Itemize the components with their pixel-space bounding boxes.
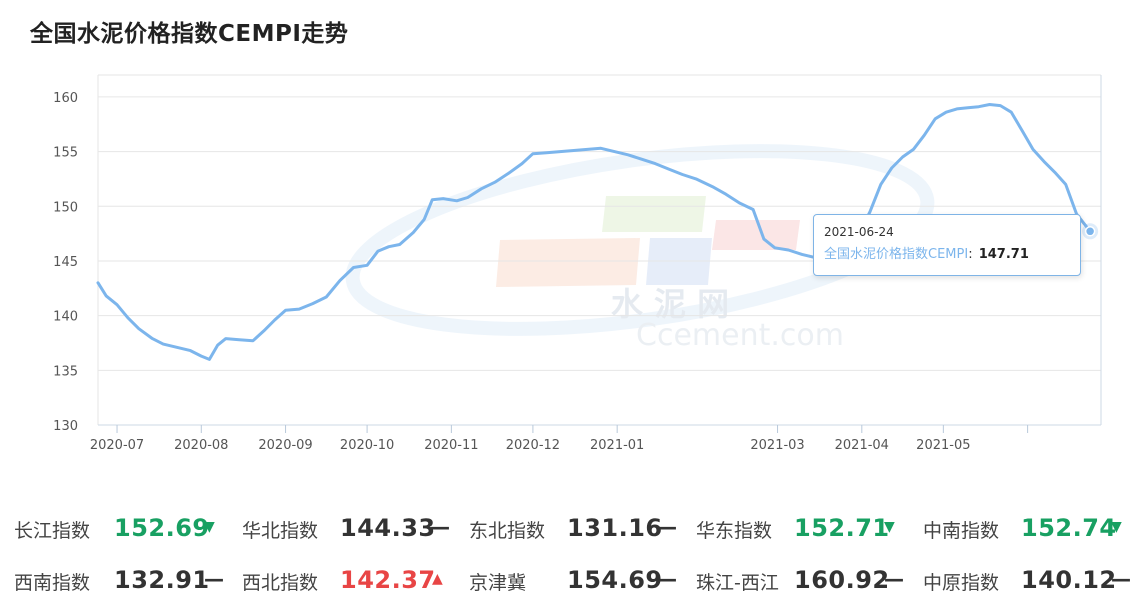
index-value: 152.71 — [794, 514, 890, 542]
y-tick-label: 160 — [53, 91, 78, 106]
trend-flat-icon: — — [204, 567, 224, 591]
indices-row-2: 西南指数 132.91 — 西北指数 142.37 ▲ 京津冀 154.69 —… — [0, 561, 1145, 601]
x-axis-ticks: 2020-07 2020-08 2020-09 2020-10 2020-11 2020-… — [90, 425, 1029, 453]
index-changjiang[interactable]: 长江指数 — [14, 509, 90, 549]
x-tick-label: 2021-04 — [835, 438, 889, 453]
index-name: 中南指数 — [923, 519, 1000, 542]
index-name: 西北指数 — [242, 571, 319, 594]
indices-row-1: 长江指数 152.69 ▼ 华北指数 144.33 — 东北指数 131.16 … — [0, 509, 1145, 549]
index-value: 144.33 — [340, 514, 436, 542]
trend-flat-icon: — — [657, 567, 677, 591]
index-huadong[interactable]: 华东指数 — [696, 509, 772, 549]
y-tick-label: 150 — [53, 200, 78, 215]
index-name: 华东指数 — [696, 519, 773, 542]
trend-down-icon: ▼ — [1111, 519, 1122, 535]
y-tick-label: 155 — [53, 146, 78, 161]
trend-flat-icon: — — [1111, 567, 1131, 591]
x-tick-label: 2020-09 — [258, 438, 312, 453]
x-tick-label: 2021-03 — [750, 438, 804, 453]
index-value: 152.69 — [114, 514, 210, 542]
index-name: 东北指数 — [469, 519, 546, 542]
tooltip-series-name: 全国水泥价格指数CEMPI — [824, 247, 969, 262]
x-tick-label: 2020-11 — [424, 438, 478, 453]
index-value: 152.74 — [1021, 514, 1117, 542]
index-value: 132.91 — [114, 566, 210, 594]
x-tick-label: 2021-01 — [590, 438, 644, 453]
y-tick-label: 145 — [53, 255, 78, 270]
tooltip-row: 全国水泥价格指数CEMPI: 147.71 — [824, 247, 1029, 262]
trend-flat-icon: — — [430, 515, 450, 539]
trend-down-icon: ▼ — [884, 519, 895, 535]
x-tick-label: 2020-08 — [174, 438, 228, 453]
index-zhongnan[interactable]: 中南指数 — [923, 509, 999, 549]
watermark-en-text: Ccement.com — [636, 318, 844, 353]
index-name: 华北指数 — [242, 519, 319, 542]
index-value: 160.92 — [794, 566, 890, 594]
trend-up-icon: ▲ — [432, 571, 443, 587]
index-value: 142.37 — [340, 566, 436, 594]
x-tick-label: 2020-12 — [506, 438, 560, 453]
tooltip-value: 147.71 — [978, 247, 1029, 262]
index-xibei[interactable]: 西北指数 — [242, 561, 318, 601]
index-name: 长江指数 — [14, 519, 91, 542]
y-tick-label: 135 — [53, 364, 78, 379]
data-point-marker — [1084, 226, 1096, 237]
index-dongbei[interactable]: 东北指数 — [469, 509, 545, 549]
trend-flat-icon: — — [884, 567, 904, 591]
x-tick-label: 2020-07 — [90, 438, 144, 453]
index-zhujiang-xijiang[interactable]: 珠江-西江 — [696, 561, 779, 601]
index-name: 西南指数 — [14, 571, 91, 594]
index-zhongyuan[interactable]: 中原指数 — [923, 561, 999, 601]
index-value: 154.69 — [567, 566, 663, 594]
index-name: 京津冀 — [469, 571, 527, 594]
y-tick-label: 130 — [53, 419, 78, 434]
index-value: 140.12 — [1021, 566, 1117, 594]
chart-tooltip: 2021-06-24 全国水泥价格指数CEMPI: 147.71 — [813, 214, 1081, 276]
index-name: 珠江-西江 — [696, 571, 779, 594]
index-huabei[interactable]: 华北指数 — [242, 509, 318, 549]
trend-down-icon: ▼ — [204, 519, 215, 535]
index-name: 中原指数 — [923, 571, 1000, 594]
index-value: 131.16 — [567, 514, 663, 542]
index-jingjinji[interactable]: 京津冀 — [469, 561, 526, 601]
x-tick-label: 2021-05 — [916, 438, 970, 453]
x-tick-label: 2020-10 — [340, 438, 394, 453]
index-xinan[interactable]: 西南指数 — [14, 561, 90, 601]
y-axis-ticks: 130 135 140 145 150 155 160 — [53, 91, 78, 434]
trend-flat-icon: — — [657, 515, 677, 539]
tooltip-date: 2021-06-24 — [824, 225, 894, 239]
y-tick-label: 140 — [53, 310, 78, 325]
